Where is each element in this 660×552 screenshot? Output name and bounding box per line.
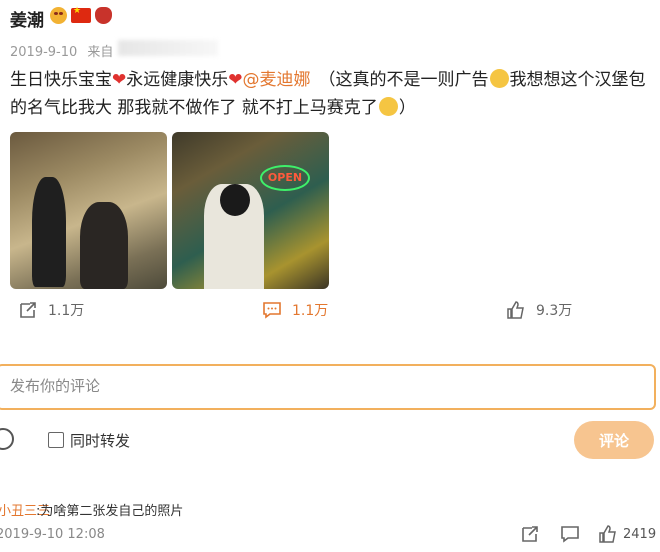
open-sign: OPEN xyxy=(260,165,310,191)
heart-icon: ❤ xyxy=(112,70,127,90)
smile-emoji-icon xyxy=(378,97,398,116)
author-badges xyxy=(50,6,112,24)
also-repost-label: 同时转发 xyxy=(70,432,131,450)
comment-like-button[interactable] xyxy=(598,524,618,544)
comment-count: 1.1万 xyxy=(292,303,329,319)
comment-time: 2019-9-10 12:08 xyxy=(0,527,105,542)
emoji-picker-icon[interactable] xyxy=(0,428,14,450)
comment-like-count: 2419 xyxy=(623,527,657,542)
china-flag-icon xyxy=(71,6,91,23)
laugh-cry-emoji-icon xyxy=(489,69,509,88)
comment-input[interactable] xyxy=(8,366,612,406)
thumbs-up-icon xyxy=(599,525,616,543)
post-photo-2[interactable]: OPEN xyxy=(172,132,329,289)
comment-input-box[interactable] xyxy=(0,364,656,410)
like-action[interactable]: 9.3万 xyxy=(506,300,572,320)
author-name[interactable]: 姜潮 xyxy=(10,6,44,31)
comment-text: :为啥第二张发自己的照片 xyxy=(36,504,184,519)
post-text-part: 生日快乐宝宝 xyxy=(10,70,112,90)
post-text-part: （这真的不是一则广告 xyxy=(318,70,489,90)
comment-icon xyxy=(561,526,579,543)
comment-icon xyxy=(263,302,281,319)
thumbs-up-icon xyxy=(507,301,524,319)
post-source-label: 来自 xyxy=(87,45,114,60)
also-repost-checkbox[interactable] xyxy=(48,432,64,448)
person-head xyxy=(220,184,250,216)
submit-comment-button[interactable]: 评论 xyxy=(574,421,654,459)
comment-repost-button[interactable] xyxy=(520,524,540,544)
repost-count: 1.1万 xyxy=(48,303,85,319)
mention-link[interactable]: @麦迪娜 xyxy=(243,70,311,90)
like-count: 9.3万 xyxy=(536,303,573,319)
heart-icon: ❤ xyxy=(228,70,243,90)
emoji-badge-icon xyxy=(50,7,67,24)
blurred-source xyxy=(118,40,218,56)
repost-action[interactable]: 1.1万 xyxy=(18,300,84,320)
post-text-part: ） xyxy=(398,98,416,118)
post-meta: 2019-9-10 来自 xyxy=(10,41,113,60)
post-text: 生日快乐宝宝❤永远健康快乐❤@麦迪娜 （这真的不是一则广告 我想想这个汉堡包的名气比… xyxy=(10,66,650,122)
person-figure xyxy=(80,202,128,289)
person-figure xyxy=(32,177,66,287)
post-text-part: 永远健康快乐 xyxy=(126,70,229,90)
ox-badge-icon xyxy=(95,7,112,24)
post-photo-1[interactable] xyxy=(10,132,167,289)
post-date: 2019-9-10 xyxy=(10,45,78,60)
comment-action[interactable]: 1.1万 xyxy=(262,300,328,320)
repost-icon xyxy=(522,526,538,542)
repost-icon xyxy=(20,302,36,318)
comment-reply-button[interactable] xyxy=(560,524,580,544)
